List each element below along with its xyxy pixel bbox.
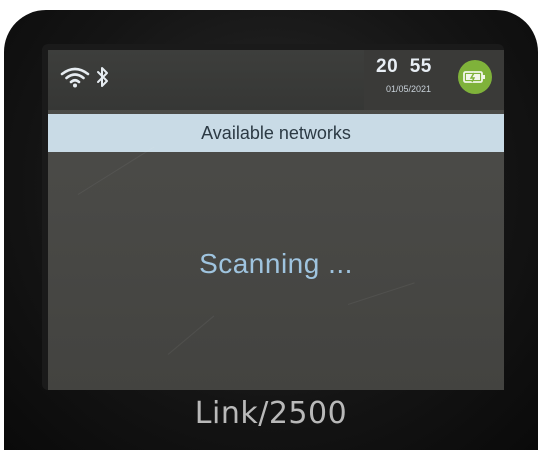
connectivity-indicators bbox=[60, 64, 110, 94]
screen-scratch bbox=[77, 146, 155, 195]
screen-scratch bbox=[347, 282, 415, 305]
clock-minute: 55 bbox=[409, 56, 432, 77]
clock-panel: 20 55 01/05/2021 bbox=[364, 50, 504, 110]
device-model-label: Link/2500 bbox=[194, 396, 348, 431]
page-title: Available networks bbox=[201, 122, 351, 143]
battery-charging-icon bbox=[458, 60, 492, 94]
wifi-icon bbox=[60, 65, 90, 94]
scanning-status: Scanning ... bbox=[199, 248, 353, 279]
status-bar: 20 55 01/05/2021 bbox=[48, 50, 504, 110]
screen-scratch bbox=[167, 315, 215, 355]
bluetooth-icon bbox=[96, 65, 110, 94]
content-area: Scanning ... bbox=[48, 146, 504, 390]
clock: 20 55 bbox=[376, 56, 432, 78]
clock-hour: 20 bbox=[376, 56, 399, 77]
device-body: 20 55 01/05/2021 Available networks Scan… bbox=[4, 10, 538, 450]
date-display: 01/05/2021 bbox=[386, 84, 432, 94]
title-bar: Available networks bbox=[48, 114, 504, 152]
display-screen: 20 55 01/05/2021 Available networks Scan… bbox=[48, 50, 504, 390]
